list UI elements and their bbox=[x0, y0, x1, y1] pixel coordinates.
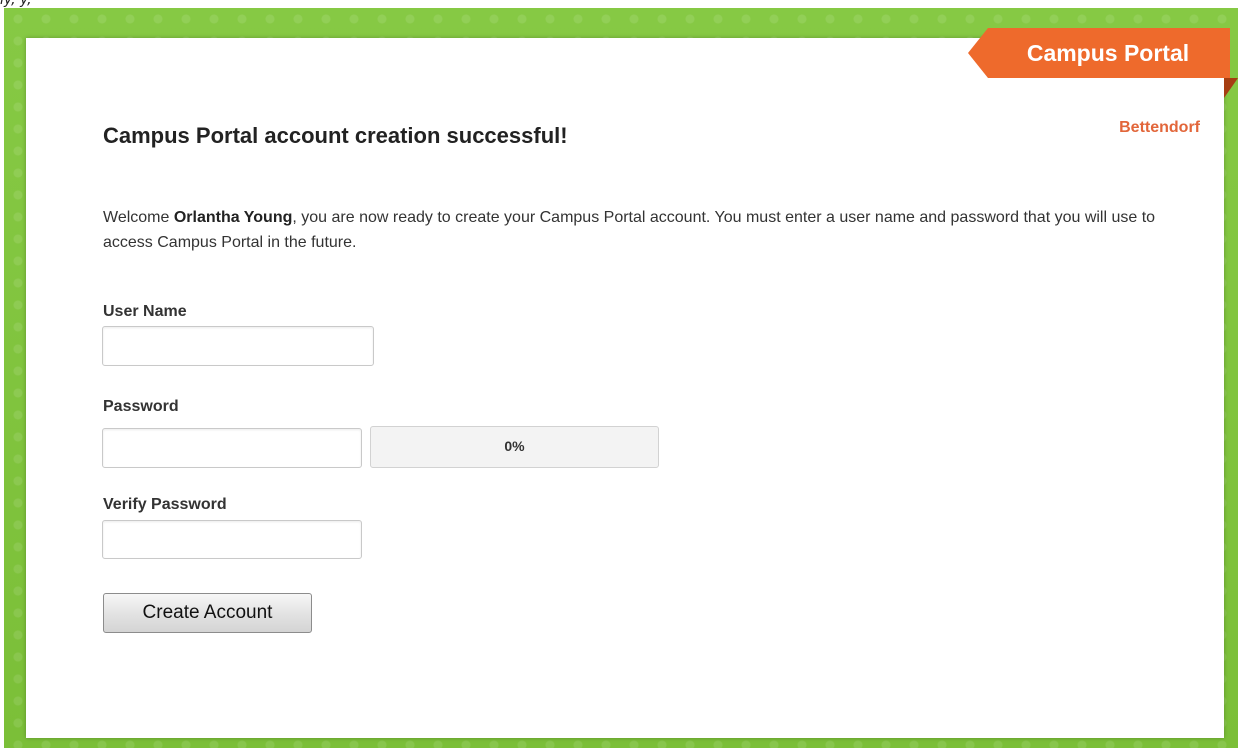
ribbon-fold bbox=[1224, 78, 1238, 98]
create-account-button[interactable]: Create Account bbox=[103, 593, 312, 633]
username-label: User Name bbox=[103, 303, 187, 320]
password-label: Password bbox=[103, 398, 179, 415]
brand-label: Campus Portal bbox=[1026, 40, 1190, 66]
user-full-name: Orlantha Young bbox=[173, 209, 293, 226]
top-edge-text: ly, y, bbox=[0, 0, 32, 8]
username-input[interactable] bbox=[102, 326, 374, 366]
verify-password-label: Verify Password bbox=[103, 496, 227, 513]
district-link[interactable]: Bettendorf bbox=[1119, 119, 1200, 137]
verify-password-input[interactable] bbox=[102, 520, 362, 559]
page: ly, y, Campus Portal Bettendorf Campus P… bbox=[0, 0, 1238, 748]
welcome-message: Welcome Orlantha Young, you are now read… bbox=[103, 205, 1188, 255]
password-strength-meter: 0% bbox=[370, 426, 659, 468]
welcome-prefix: Welcome bbox=[103, 209, 174, 226]
password-strength-text: 0% bbox=[504, 438, 525, 454]
password-input[interactable] bbox=[102, 428, 362, 468]
page-title: Campus Portal account creation successfu… bbox=[103, 123, 568, 148]
brand-ribbon: Campus Portal bbox=[968, 28, 1230, 78]
